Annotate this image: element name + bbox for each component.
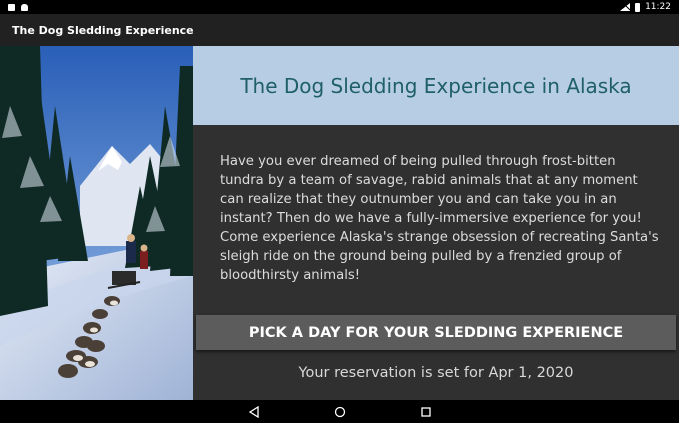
navigation-bar xyxy=(0,400,679,423)
status-left xyxy=(8,3,28,11)
no-sim-icon xyxy=(620,3,631,11)
page-heading: The Dog Sledding Experience in Alaska xyxy=(240,73,632,98)
app-bar: The Dog Sledding Experience xyxy=(0,14,679,46)
pick-day-button[interactable]: PICK A DAY FOR YOUR SLEDDING EXPERIENCE xyxy=(196,315,676,350)
home-icon xyxy=(334,406,345,417)
status-bar: 11:22 xyxy=(0,0,679,14)
home-button[interactable] xyxy=(333,405,347,419)
android-icon xyxy=(21,3,28,11)
reservation-status: Your reservation is set for Apr 1, 2020 xyxy=(298,365,574,381)
back-icon xyxy=(248,405,259,418)
description-text: Have you ever dreamed of being pulled th… xyxy=(220,154,659,283)
hero-photo-illustration xyxy=(0,46,193,400)
back-button[interactable] xyxy=(247,405,261,419)
recents-button[interactable] xyxy=(419,405,433,419)
heading-banner: The Dog Sledding Experience in Alaska xyxy=(193,46,679,125)
status-time: 11:22 xyxy=(645,2,671,12)
battery-icon xyxy=(635,2,641,12)
notification-icon xyxy=(8,3,15,11)
app-title: The Dog Sledding Experience xyxy=(12,23,194,37)
recents-icon xyxy=(420,406,431,417)
alaska-dog-sled-photo xyxy=(0,46,193,400)
status-right: 11:22 xyxy=(620,2,671,12)
main-content: The Dog Sledding Experience in Alaska Ha… xyxy=(0,46,679,400)
app-screen: 11:22 The Dog Sledding Experience The Do… xyxy=(0,0,679,423)
